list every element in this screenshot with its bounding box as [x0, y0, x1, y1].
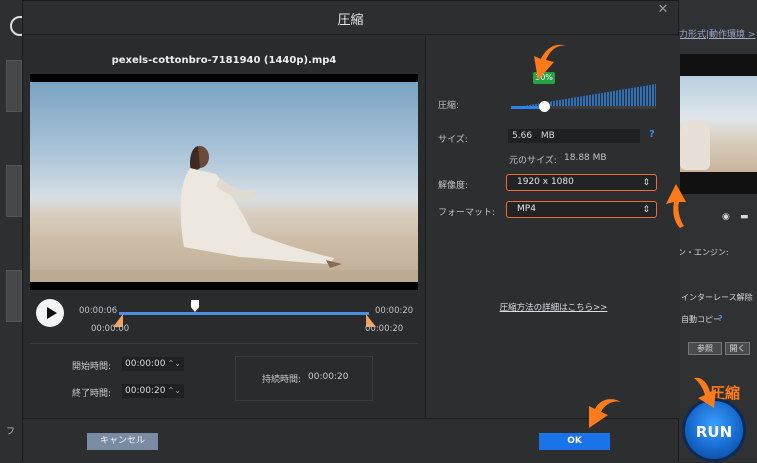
duration-label: 持続時間:: [262, 375, 302, 385]
background-preview: [668, 54, 757, 194]
browse-button[interactable]: 参照: [688, 342, 722, 355]
background-thumbnail[interactable]: [6, 270, 22, 322]
folder-icon[interactable]: ▬: [740, 212, 749, 222]
output-format-link[interactable]: 出力形式|動作環境 >: [670, 27, 755, 40]
guide-arrow-icon: [666, 184, 686, 228]
end-time-input[interactable]: 00:00:20 ⌃⌄: [122, 384, 184, 398]
start-time-input[interactable]: 00:00:00 ⌃⌄: [122, 357, 184, 371]
video-preview: [30, 74, 418, 290]
dialog-footer: キャンセル OK: [23, 418, 678, 463]
start-time-label: 開始時間:: [72, 362, 112, 372]
auto-copy-help-icon[interactable]: ?: [718, 314, 723, 323]
open-button[interactable]: 開く: [725, 342, 750, 355]
deinterlace-label: インターレース解除: [681, 293, 753, 302]
settings-pane: 圧縮: 30% サイズ: 5.66 MB ? 元のサイズ: 18.88 MB 解…: [425, 36, 680, 418]
guide-arrow-icon: [534, 44, 566, 80]
original-size-value: 18.88 MB: [564, 153, 607, 163]
original-size-label: 元のサイズ:: [509, 156, 557, 166]
dialog-title: 圧縮: [337, 13, 364, 28]
trim-start-time: 00:00:00: [91, 324, 130, 334]
close-icon[interactable]: ✕: [656, 3, 670, 17]
compress-slider-knob[interactable]: [539, 101, 550, 112]
help-icon[interactable]: ?: [649, 129, 655, 140]
timeline-track[interactable]: [119, 312, 369, 315]
start-time-value: 00:00:00: [125, 359, 166, 369]
guide-arrow-icon: [694, 377, 716, 408]
background-thumbnail[interactable]: [6, 165, 22, 217]
background-left-panel: [0, 0, 22, 462]
run-label: RUN: [695, 423, 733, 441]
current-time: 00:00:06: [79, 306, 118, 316]
end-time-label: 終了時間:: [72, 389, 112, 399]
background-bottom-text: フ: [6, 427, 16, 437]
play-icon: [47, 307, 57, 319]
resolution-select[interactable]: 1920 x 1080 ⇕: [506, 174, 657, 191]
format-label: フォーマット:: [438, 208, 496, 218]
size-field[interactable]: 5.66 MB: [508, 129, 640, 143]
duration-box: 持続時間: 00:00:20: [235, 356, 373, 401]
cancel-button[interactable]: キャンセル: [87, 433, 158, 450]
format-value: MP4: [517, 204, 536, 214]
size-label: サイズ:: [438, 135, 468, 145]
total-time: 00:00:20: [375, 306, 414, 316]
size-value: 5.66: [512, 131, 533, 141]
duration-value: 00:00:20: [308, 372, 349, 382]
compress-slider[interactable]: 30%: [511, 72, 656, 114]
resolution-label: 解像度:: [438, 181, 469, 191]
camera-icon[interactable]: ◉: [722, 212, 730, 222]
format-select[interactable]: MP4 ⇕: [506, 201, 657, 218]
file-name: pexels-cottonbro-7181940 (1440p).mp4: [111, 55, 337, 66]
compress-label: 圧縮:: [438, 101, 460, 111]
background-preview-figure: [680, 120, 710, 170]
playhead-handle[interactable]: [191, 300, 199, 312]
background-thumbnail[interactable]: [6, 60, 22, 112]
end-time-value: 00:00:20: [125, 386, 166, 396]
auto-copy-label: 自動コピー: [681, 315, 721, 324]
video-frame-image: [30, 82, 418, 282]
size-unit: MB: [540, 131, 555, 141]
preview-pane: pexels-cottonbro-7181940 (1440p).mp4 00:…: [23, 36, 425, 418]
guide-arrow-icon: [589, 399, 621, 428]
compress-ramp: [511, 84, 656, 108]
trim-end-time: 00:00:20: [365, 324, 404, 334]
dialog-header: 圧縮 ✕: [23, 1, 678, 35]
end-time-spinner-icon[interactable]: ⌃⌄: [168, 384, 181, 398]
woman-in-desert-image: [30, 146, 418, 282]
start-time-spinner-icon[interactable]: ⌃⌄: [168, 357, 181, 371]
chevron-updown-icon: ⇕: [642, 205, 650, 215]
play-button[interactable]: [36, 299, 64, 327]
background-preview-image: [668, 76, 757, 172]
compression-details-link[interactable]: 圧縮方法の詳細はこちら>>: [426, 301, 681, 313]
compress-dialog: 圧縮 ✕ pexels-cottonbro-7181940 (1440p).mp…: [22, 0, 680, 463]
time-settings-panel: 開始時間: 00:00:00 ⌃⌄ 終了時間: 00:00:20 ⌃⌄ 持続時間…: [30, 343, 418, 418]
chevron-updown-icon: ⇕: [642, 178, 650, 188]
resolution-value: 1920 x 1080: [517, 177, 574, 187]
ok-button[interactable]: OK: [539, 433, 610, 450]
